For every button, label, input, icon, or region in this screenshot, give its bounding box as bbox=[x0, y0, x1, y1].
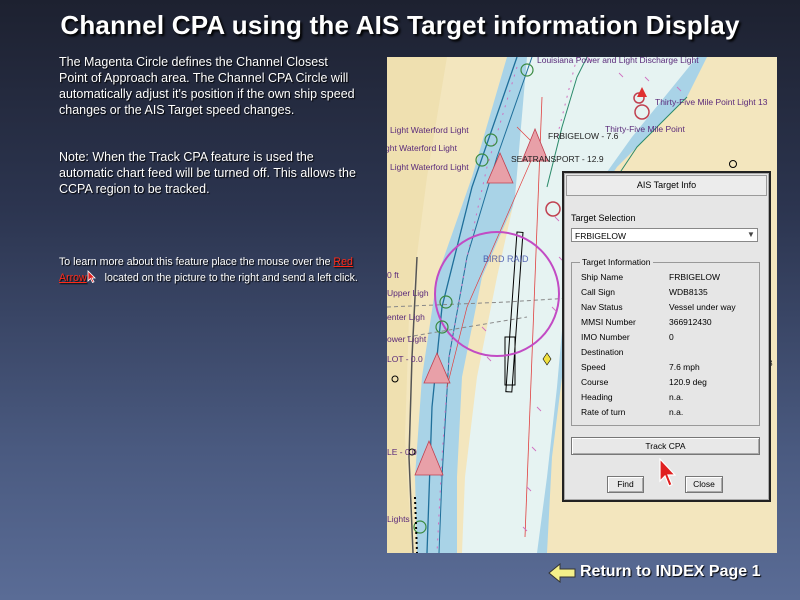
info-value-mmsi-number: 366912430 bbox=[669, 317, 712, 327]
target-information-group: Target Information Ship Name FRBIGELOW C… bbox=[571, 257, 760, 426]
target-information-legend: Target Information bbox=[580, 257, 653, 267]
info-label-rate-of-turn: Rate of turn bbox=[581, 407, 626, 417]
info-value-speed: 7.6 mph bbox=[669, 362, 700, 372]
info-label-call-sign: Call Sign bbox=[581, 287, 616, 297]
learn-more-suffix: located on the picture to the right and … bbox=[101, 271, 358, 284]
learn-more-prefix: To learn more about this feature place t… bbox=[59, 256, 334, 268]
info-label-ship-name: Ship Name bbox=[581, 272, 624, 282]
chart-label-ft: 0 ft bbox=[387, 270, 399, 280]
page-title: Channel CPA using the AIS Target informa… bbox=[60, 10, 740, 40]
dialog-title: AIS Target Info bbox=[566, 175, 767, 196]
chart-label-light-waterford-1: Light Waterford Light bbox=[390, 125, 469, 135]
learn-more-text: To learn more about this feature place t… bbox=[59, 255, 359, 285]
ais-target-info-dialog: AIS Target Info Target Selection FRBIGEL… bbox=[562, 171, 771, 502]
chart-label-upper-light: Upper Ligh bbox=[387, 288, 429, 298]
info-label-imo-number: IMO Number bbox=[581, 332, 630, 342]
return-to-index-label: Return to INDEX Page 1 bbox=[580, 563, 761, 580]
chart-label-center-light: enter Ligh bbox=[387, 312, 425, 322]
info-value-rate-of-turn: n.a. bbox=[669, 407, 684, 417]
chart-label-le: LE - 0.0 bbox=[387, 447, 417, 457]
info-value-imo-number: 0 bbox=[669, 332, 674, 342]
target-selection-label: Target Selection bbox=[571, 213, 636, 223]
info-value-course: 120.9 deg bbox=[669, 377, 707, 387]
description-paragraph-2: Note: When the Track CPA feature is used… bbox=[59, 150, 356, 196]
chart-label-seatransport: SEATRANSPORT - 12.9 bbox=[511, 154, 604, 164]
chart-label-louisiana: Louisiana Power and Light Discharge Ligh… bbox=[537, 57, 699, 65]
close-button[interactable]: Close bbox=[685, 476, 723, 493]
cursor-arrow-icon bbox=[87, 269, 96, 283]
track-cpa-note: Note: When the Track CPA feature is used… bbox=[59, 149, 359, 197]
info-label-course: Course bbox=[581, 377, 609, 387]
chart-label-ower-light: ower Light bbox=[387, 334, 427, 344]
chart-label-frbigelow: FRBIGELOW - 7.6 bbox=[548, 131, 619, 141]
chevron-down-icon[interactable]: ▼ bbox=[747, 231, 755, 239]
info-value-heading: n.a. bbox=[669, 392, 684, 402]
info-label-mmsi-number: MMSI Number bbox=[581, 317, 636, 327]
info-value-ship-name: FRBIGELOW bbox=[669, 272, 721, 282]
info-label-heading: Heading bbox=[581, 392, 613, 402]
track-cpa-button[interactable]: Track CPA bbox=[571, 437, 760, 455]
chart-label-lot: LOT - 0.0 bbox=[387, 354, 423, 364]
description-paragraph-1: The Magenta Circle defines the Channel C… bbox=[59, 55, 355, 117]
chart-label-light-waterford-2: ght Waterford Light bbox=[387, 143, 457, 153]
info-label-nav-status: Nav Status bbox=[581, 302, 623, 312]
cpa-description: The Magenta Circle defines the Channel C… bbox=[59, 54, 359, 118]
info-label-speed: Speed bbox=[581, 362, 606, 372]
find-button[interactable]: Find bbox=[607, 476, 644, 493]
info-value-nav-status: Vessel under way bbox=[669, 302, 736, 312]
target-selection-dropdown[interactable]: FRBIGELOW ▼ bbox=[571, 228, 758, 242]
chart-label-thirty-five-mile-point-light: Thirty-Five Mile Point Light 13 bbox=[655, 97, 768, 107]
red-arrow-cursor-icon[interactable] bbox=[658, 458, 676, 488]
chart-label-light-waterford-3: Light Waterford Light bbox=[390, 162, 469, 172]
chart-label-own-ship: BIRD RAID bbox=[483, 254, 529, 264]
chart-label-lights: Lights bbox=[387, 514, 410, 524]
left-arrow-icon bbox=[548, 563, 576, 583]
selected-target-value: FRBIGELOW bbox=[575, 231, 627, 241]
info-value-call-sign: WDB8135 bbox=[669, 287, 708, 297]
info-label-destination: Destination bbox=[581, 347, 624, 357]
